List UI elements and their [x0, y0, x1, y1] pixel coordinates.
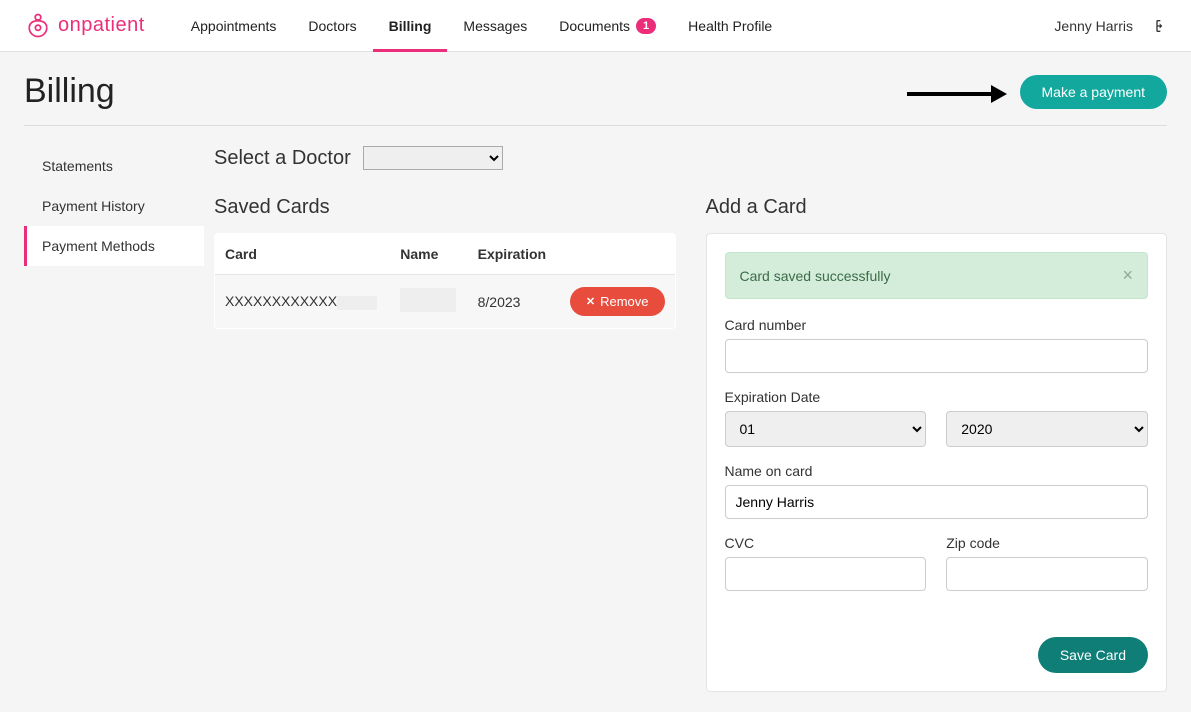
onpatient-logo-icon: [24, 12, 52, 40]
nav-billing[interactable]: Billing: [373, 0, 448, 52]
zip-input[interactable]: [946, 557, 1148, 591]
remove-card-button[interactable]: ✕ Remove: [570, 287, 665, 316]
saved-cards-title: Saved Cards: [214, 196, 676, 219]
documents-badge: 1: [636, 18, 656, 34]
exp-year-select[interactable]: 2020: [946, 411, 1148, 447]
alert-close-icon[interactable]: ×: [1122, 265, 1133, 286]
name-on-card-label: Name on card: [725, 463, 1149, 479]
brand-name: onpatient: [58, 14, 145, 37]
card-number-label: Card number: [725, 317, 1149, 333]
add-card-title: Add a Card: [706, 196, 1168, 219]
brand-logo[interactable]: onpatient: [24, 12, 145, 40]
success-alert: Card saved successfully ×: [725, 252, 1149, 299]
sidebar-item-payment-history[interactable]: Payment History: [24, 186, 204, 226]
main-nav: Appointments Doctors Billing Messages Do…: [175, 0, 1055, 52]
page-title: Billing: [24, 72, 115, 111]
user-name[interactable]: Jenny Harris: [1054, 18, 1133, 34]
page-header: Billing Make a payment: [24, 72, 1167, 126]
nav-health-profile[interactable]: Health Profile: [672, 0, 788, 52]
annotation-arrow-icon: [907, 82, 1007, 106]
nav-documents[interactable]: Documents 1: [543, 0, 672, 52]
logout-icon[interactable]: [1151, 18, 1167, 34]
col-name: Name: [390, 234, 467, 275]
top-nav: onpatient Appointments Doctors Billing M…: [0, 0, 1191, 52]
nav-doctors[interactable]: Doctors: [292, 0, 372, 52]
user-area: Jenny Harris: [1054, 18, 1167, 34]
name-on-card-input[interactable]: [725, 485, 1149, 519]
select-doctor-row: Select a Doctor: [214, 146, 1167, 170]
saved-card-expiration: 8/2023: [468, 275, 558, 329]
close-icon: ✕: [586, 295, 595, 308]
select-doctor-dropdown[interactable]: [363, 146, 503, 170]
sidebar-item-statements[interactable]: Statements: [24, 146, 204, 186]
saved-cards-table: Card Name Expiration XXXXXXXXXXXX: [214, 233, 676, 329]
nav-appointments[interactable]: Appointments: [175, 0, 293, 52]
add-card-form: Card saved successfully × Card number Ex…: [706, 233, 1168, 692]
col-card: Card: [215, 234, 391, 275]
saved-card-row: XXXXXXXXXXXX 8/2023 ✕ Remove: [215, 275, 676, 329]
exp-month-select[interactable]: 01: [725, 411, 927, 447]
col-expiration: Expiration: [468, 234, 558, 275]
card-number-input[interactable]: [725, 339, 1149, 373]
nav-messages[interactable]: Messages: [447, 0, 543, 52]
save-card-button[interactable]: Save Card: [1038, 637, 1148, 673]
sidebar-item-payment-methods[interactable]: Payment Methods: [24, 226, 204, 266]
saved-card-name: [390, 275, 467, 329]
select-doctor-label: Select a Doctor: [214, 147, 351, 170]
cvc-input[interactable]: [725, 557, 927, 591]
saved-card-number: XXXXXXXXXXXX: [215, 275, 391, 329]
cvc-label: CVC: [725, 535, 927, 551]
alert-text: Card saved successfully: [740, 268, 891, 284]
make-payment-button[interactable]: Make a payment: [1020, 75, 1168, 109]
expiration-label: Expiration Date: [725, 389, 1149, 405]
zip-label: Zip code: [946, 535, 1148, 551]
billing-sidebar: Statements Payment History Payment Metho…: [24, 146, 204, 692]
